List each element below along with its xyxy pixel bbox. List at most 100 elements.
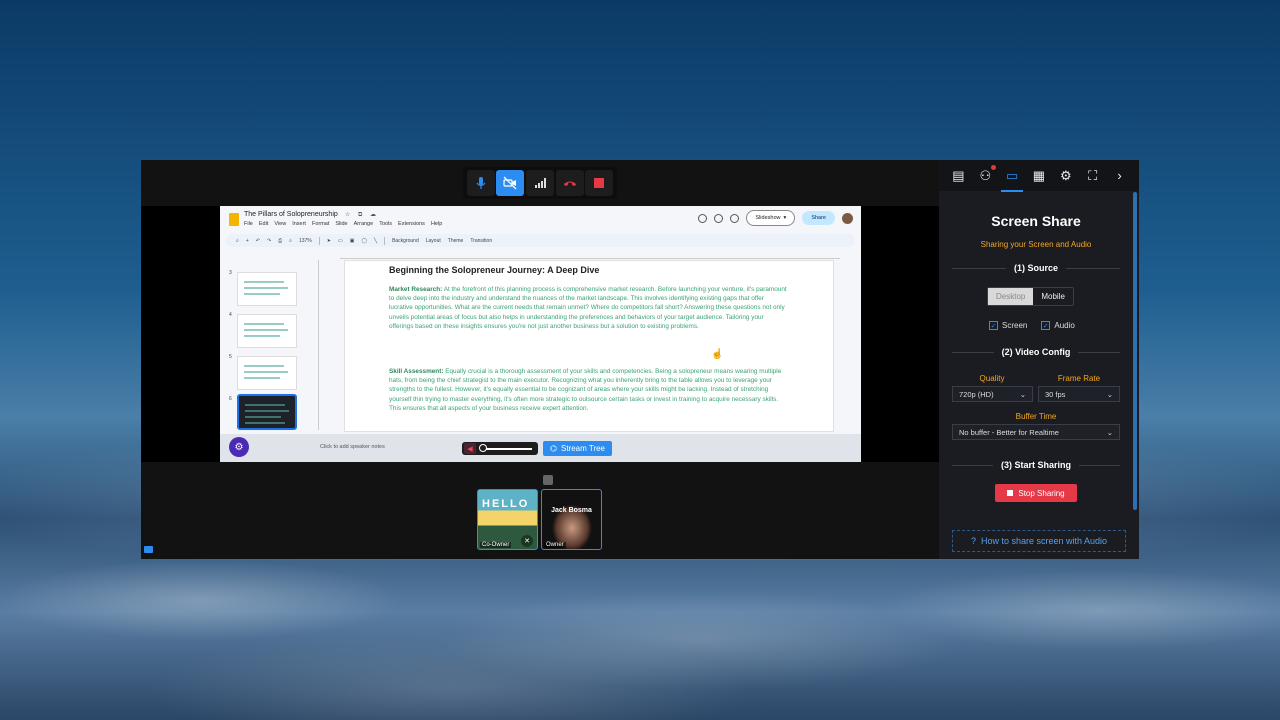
menu-view[interactable]: View [274,221,286,227]
tree-icon: ⌬ [550,444,557,453]
toolbar-divider [318,236,320,245]
stream-tree-button[interactable]: ⌬ Stream Tree [543,441,612,456]
line-icon[interactable]: ╲ [374,238,377,244]
audio-checkbox[interactable]: ✓ Audio [1041,321,1075,330]
toolbar-divider [384,236,386,245]
source-mobile-option[interactable]: Mobile [1033,288,1073,305]
slide-title[interactable]: Beginning the Solopreneur Journey: A Dee… [389,265,599,275]
skill-assessment-paragraph[interactable]: Skill Assessment: Equally crucial is a t… [389,367,789,413]
history-icon[interactable] [714,213,724,223]
image-icon[interactable]: ▣ [350,238,355,244]
screen-share-icon[interactable]: ▭ [1001,167,1024,192]
menu-extensions[interactable]: Extensions [398,221,425,227]
screen-checkbox[interactable]: ✓ Screen [989,321,1027,330]
new-slide-icon[interactable]: + [246,238,249,244]
toolbar-transition[interactable]: Transition [470,238,492,244]
toolbar-background[interactable]: Background [392,238,419,244]
speaker-notes-placeholder[interactable]: Click to add speaker notes [320,444,385,450]
participant-name: Jack Bosma [551,507,592,514]
mic-icon [476,177,486,189]
star-move-cloud-icons[interactable]: ☆ ⧉ ☁ [345,211,379,219]
buffer-time-select[interactable]: No buffer - Better for Realtime ⌄ [952,424,1120,440]
background-clouds [0,560,1280,720]
screen-share-panel: ▤ ⚇ ▭ ▦ ⚙ ⛶ › Screen Share Sharing your … [939,160,1139,559]
share-button[interactable]: Share [802,211,835,225]
section-video-config-header: (2) Video Config [952,346,1120,358]
speaker-notes-bar: ⚙ Click to add speaker notes ◀ ⌬ Stream … [220,434,861,462]
hangup-button[interactable] [555,170,584,196]
volume-slider-track[interactable] [482,448,532,450]
shared-screen: The Pillars of Solopreneurship ☆ ⧉ ☁ Fil… [141,206,939,462]
thumb-number: 3 [229,270,232,276]
redo-icon[interactable]: ↷ [267,238,271,244]
menu-tools[interactable]: Tools [379,221,392,227]
toolbar-theme[interactable]: Theme [448,238,464,244]
network-stats-button[interactable] [525,170,554,196]
menu-arrange[interactable]: Arrange [354,221,374,227]
avatar[interactable] [842,212,853,224]
slide-thumbnail-selected[interactable] [237,394,297,430]
menu-file[interactable]: File [244,221,253,227]
section-source-label: (1) Source [1014,263,1059,273]
section-video-config-label: (2) Video Config [1001,347,1071,357]
section-source-header: (1) Source [952,262,1120,274]
panel-scrollbar[interactable] [1133,192,1137,510]
menu-edit[interactable]: Edit [259,221,268,227]
chevron-down-icon: ⌄ [1106,389,1113,399]
participant-role-label: Owner [544,542,566,548]
market-research-heading: Market Research: [389,286,443,293]
mic-muted-icon: ✕ [521,535,533,547]
slide-thumbnail[interactable] [237,314,297,348]
slide-page[interactable]: Beginning the Solopreneur Journey: A Dee… [344,260,834,432]
comments-icon[interactable] [730,213,740,223]
extension-badge-icon[interactable]: ⚙ [229,437,249,457]
volume-muted-icon[interactable]: ◀ [464,443,476,454]
help-link[interactable]: ? How to share screen with Audio [952,530,1126,552]
slide-thumbnail[interactable] [237,272,297,306]
pin-icon[interactable] [543,475,553,485]
menu-slide[interactable]: Slide [335,221,347,227]
participant-tile-coowner[interactable]: HELLO ✕ Co-Owner [477,489,538,550]
menu-help[interactable]: Help [431,221,442,227]
slide-thumbnail[interactable] [237,356,297,390]
layout-toggle-icon[interactable] [144,546,153,553]
volume-slider-knob[interactable] [479,444,487,452]
textbox-icon[interactable]: ▭ [338,238,343,244]
volume-control[interactable]: ◀ [462,442,538,455]
stop-sharing-button[interactable]: Stop Sharing [995,484,1077,502]
meet-icon[interactable] [698,213,708,223]
zoom-level[interactable]: 137% [299,238,312,244]
source-desktop-option[interactable]: Desktop [988,288,1034,305]
search-menus-icon[interactable]: ⌕ [236,238,239,244]
undo-icon[interactable]: ↶ [256,238,260,244]
menu-format[interactable]: Format [312,221,329,227]
slides-header: The Pillars of Solopreneurship ☆ ⧉ ☁ Fil… [220,206,861,236]
grid-icon[interactable]: ▦ [1030,167,1048,185]
fullscreen-icon[interactable]: ⛶ [1084,167,1102,185]
menu-insert[interactable]: Insert [292,221,306,227]
chevron-right-icon[interactable]: › [1110,167,1128,185]
frame-rate-select[interactable]: 30 fps ⌄ [1038,386,1120,402]
checkbox-checked-icon: ✓ [1041,321,1051,330]
stop-record-button[interactable] [585,170,614,196]
market-research-paragraph[interactable]: Market Research: At the forefront of thi… [389,285,789,331]
chevron-down-icon: ⌄ [1106,427,1113,437]
quality-select[interactable]: 720p (HD) ⌄ [952,386,1033,402]
settings-icon[interactable]: ⚙ [1057,167,1075,185]
print-icon[interactable]: ⎙ [278,238,282,244]
mic-button[interactable] [466,170,495,196]
ruler-vertical [312,260,319,430]
participants-icon[interactable]: ⚇ [976,164,997,185]
select-tool-icon[interactable]: ➤ [327,238,331,244]
document-title[interactable]: The Pillars of Solopreneurship [244,211,338,218]
slides-logo-icon [229,213,239,226]
participant-tile-owner[interactable]: Jack Bosma Owner [541,489,602,550]
toolbar-layout[interactable]: Layout [426,238,441,244]
camera-toggle-button[interactable] [496,170,525,196]
slideshow-button[interactable]: Slideshow ▾ [746,210,796,226]
shape-icon[interactable]: ◯ [361,238,367,244]
panel-subtitle: Sharing your Screen and Audio [980,240,1092,249]
chevron-down-icon: ⌄ [1019,389,1026,399]
chat-icon[interactable]: ▤ [949,167,967,185]
zoom-icon[interactable]: ⌕ [289,238,292,244]
